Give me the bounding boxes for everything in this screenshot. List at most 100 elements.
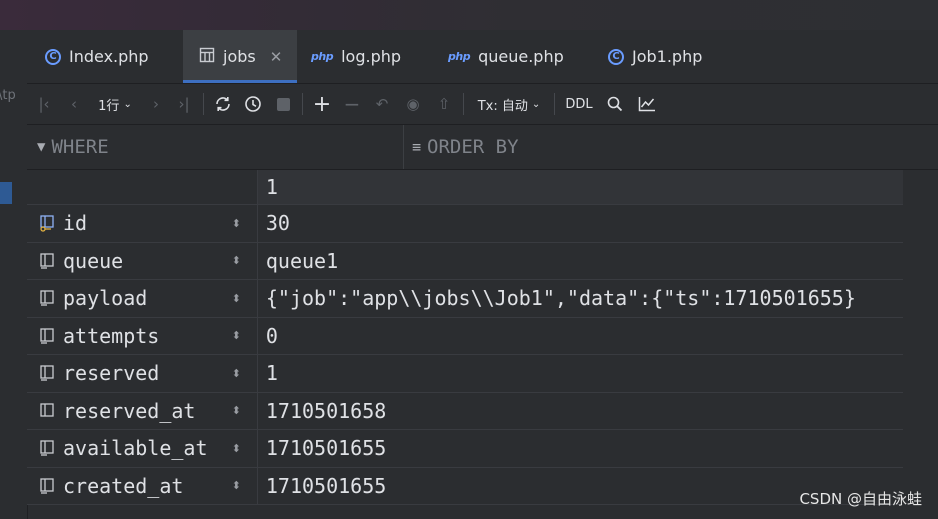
view-eye-icon[interactable]: ◉ <box>397 90 429 118</box>
column-name-cell[interactable]: reserved_at ⬍ <box>27 392 258 429</box>
table-row: attempts ⬍ 0 <box>27 317 903 355</box>
watermark-text: CSDN @自由泳蛙 <box>799 490 922 508</box>
table-row: reserved_at ⬍ 1710501658 <box>27 392 903 430</box>
tab-log-php[interactable]: php log.php <box>311 30 401 83</box>
first-page-icon[interactable]: |‹ <box>27 90 61 118</box>
tab-label: jobs <box>223 47 256 66</box>
column-name: reserved_at <box>63 398 196 423</box>
table-row: payload ⬍ {"job":"app\\jobs\\Job1","data… <box>27 280 903 318</box>
row-number-header[interactable]: 1 <box>257 170 903 204</box>
class-c-icon: C <box>608 48 624 65</box>
value-cell[interactable]: 1710501658 <box>257 392 903 429</box>
submit-arrow-icon[interactable]: ⇧ <box>429 90 459 118</box>
column-icon <box>39 439 57 457</box>
primary-key-column-icon <box>39 214 57 232</box>
page-size-dropdown[interactable]: 1行 ⌄ <box>87 90 143 118</box>
tab-queue-php[interactable]: php queue.php <box>448 30 564 83</box>
table-row: reserved ⬍ 1 <box>27 355 903 393</box>
last-page-icon[interactable]: ›| <box>169 90 199 118</box>
sort-toggle-icon[interactable]: ⬍ <box>232 292 241 305</box>
delete-row-icon[interactable]: − <box>337 90 367 118</box>
stop-icon[interactable] <box>268 90 298 118</box>
refresh-icon[interactable] <box>208 90 238 118</box>
column-name: payload <box>63 286 148 311</box>
column-name-cell[interactable]: created_at ⬍ <box>27 467 258 504</box>
column-name-cell[interactable]: attempts ⬍ <box>27 317 258 354</box>
class-c-icon: C <box>45 48 61 65</box>
value-cell[interactable]: 1710501655 <box>257 430 903 467</box>
history-clock-icon[interactable] <box>238 90 268 118</box>
column-icon <box>39 477 57 495</box>
sort-lines-icon: ≡ <box>412 138 422 156</box>
close-icon[interactable]: ✕ <box>270 48 283 66</box>
table-row: id ⬍ 30 <box>27 205 903 243</box>
toolbar-separator <box>463 93 464 115</box>
ddl-button[interactable]: DDL <box>559 90 599 118</box>
sort-toggle-icon[interactable]: ⬍ <box>232 254 241 267</box>
column-name: available_at <box>63 436 208 461</box>
table-row: created_at ⬍ 1710501655 <box>27 467 903 505</box>
tab-label: log.php <box>341 47 402 66</box>
column-name: id <box>63 211 88 236</box>
order-by-input[interactable]: ≡ ORDER BY <box>404 125 519 169</box>
column-name-cell[interactable]: payload ⬍ <box>27 280 258 317</box>
selected-item-marker <box>0 182 12 204</box>
next-page-icon[interactable]: › <box>143 90 169 118</box>
sort-toggle-icon[interactable]: ⬍ <box>232 329 241 342</box>
previous-page-icon[interactable]: ‹ <box>61 90 87 118</box>
column-icon <box>39 289 57 307</box>
chevron-down-icon: ⌄ <box>123 98 132 110</box>
sort-toggle-icon[interactable]: ⬍ <box>232 217 241 230</box>
sort-toggle-icon[interactable]: ⬍ <box>232 442 241 455</box>
column-name: attempts <box>63 323 160 348</box>
where-filter-input[interactable]: ▼ WHERE <box>27 125 404 169</box>
search-icon[interactable] <box>599 90 631 118</box>
left-project-gutter: \tp <box>0 30 28 519</box>
data-editor-toolbar: |‹ ‹ 1行 ⌄ › ›| + − ↶ ◉ ⇧ Tx: 自动 ⌄ DDL <box>27 84 938 125</box>
value-cell[interactable]: 1 <box>257 355 903 392</box>
tab-label: Index.php <box>69 47 149 66</box>
transaction-mode-dropdown[interactable]: Tx: 自动 ⌄ <box>468 90 550 118</box>
grid-header-row: 1 <box>27 170 903 205</box>
table-row: available_at ⬍ 1710501655 <box>27 430 903 468</box>
column-name-cell[interactable]: id ⬍ <box>27 205 258 242</box>
column-icon <box>39 327 57 345</box>
value-cell[interactable]: queue1 <box>257 242 903 279</box>
toolbar-separator <box>302 93 303 115</box>
transposed-data-grid: 1 id ⬍ 30 queue ⬍ queue1 payload ⬍ {"job… <box>27 170 903 505</box>
tab-label: Job1.php <box>632 47 703 66</box>
filter-funnel-icon: ▼ <box>37 139 46 155</box>
tab-job1-php[interactable]: C Job1.php <box>608 30 702 83</box>
column-name-cell[interactable]: available_at ⬍ <box>27 430 258 467</box>
value-cell[interactable]: 0 <box>257 317 903 354</box>
header-corner-cell <box>27 170 258 204</box>
column-icon <box>39 402 57 420</box>
column-icon <box>39 364 57 382</box>
chart-icon[interactable] <box>631 90 663 118</box>
sort-toggle-icon[interactable]: ⬍ <box>232 479 241 492</box>
column-name: queue <box>63 248 124 273</box>
column-icon <box>39 252 57 270</box>
table-row: queue ⬍ queue1 <box>27 242 903 280</box>
column-name-cell[interactable]: queue ⬍ <box>27 242 258 279</box>
chevron-down-icon: ⌄ <box>531 98 541 110</box>
sort-toggle-icon[interactable]: ⬍ <box>232 367 241 380</box>
column-name: reserved <box>63 361 160 386</box>
php-file-icon: php <box>311 50 334 63</box>
value-cell[interactable]: {"job":"app\\jobs\\Job1","data":{"ts":17… <box>257 280 903 317</box>
tab-jobs[interactable]: jobs ✕ <box>183 30 297 83</box>
window-top-strip <box>0 0 938 30</box>
table-icon <box>199 47 215 67</box>
toolbar-separator <box>554 93 555 115</box>
toolbar-separator <box>203 93 204 115</box>
grid-empty-area <box>903 170 938 519</box>
where-label: WHERE <box>51 136 109 158</box>
revert-icon[interactable]: ↶ <box>367 90 397 118</box>
value-cell[interactable]: 30 <box>257 205 903 242</box>
column-name-cell[interactable]: reserved ⬍ <box>27 355 258 392</box>
add-row-icon[interactable]: + <box>307 90 337 118</box>
php-file-icon: php <box>448 50 471 63</box>
tab-index-php[interactable]: C Index.php <box>45 30 149 83</box>
sort-toggle-icon[interactable]: ⬍ <box>232 404 241 417</box>
path-fragment: \tp <box>0 88 16 103</box>
